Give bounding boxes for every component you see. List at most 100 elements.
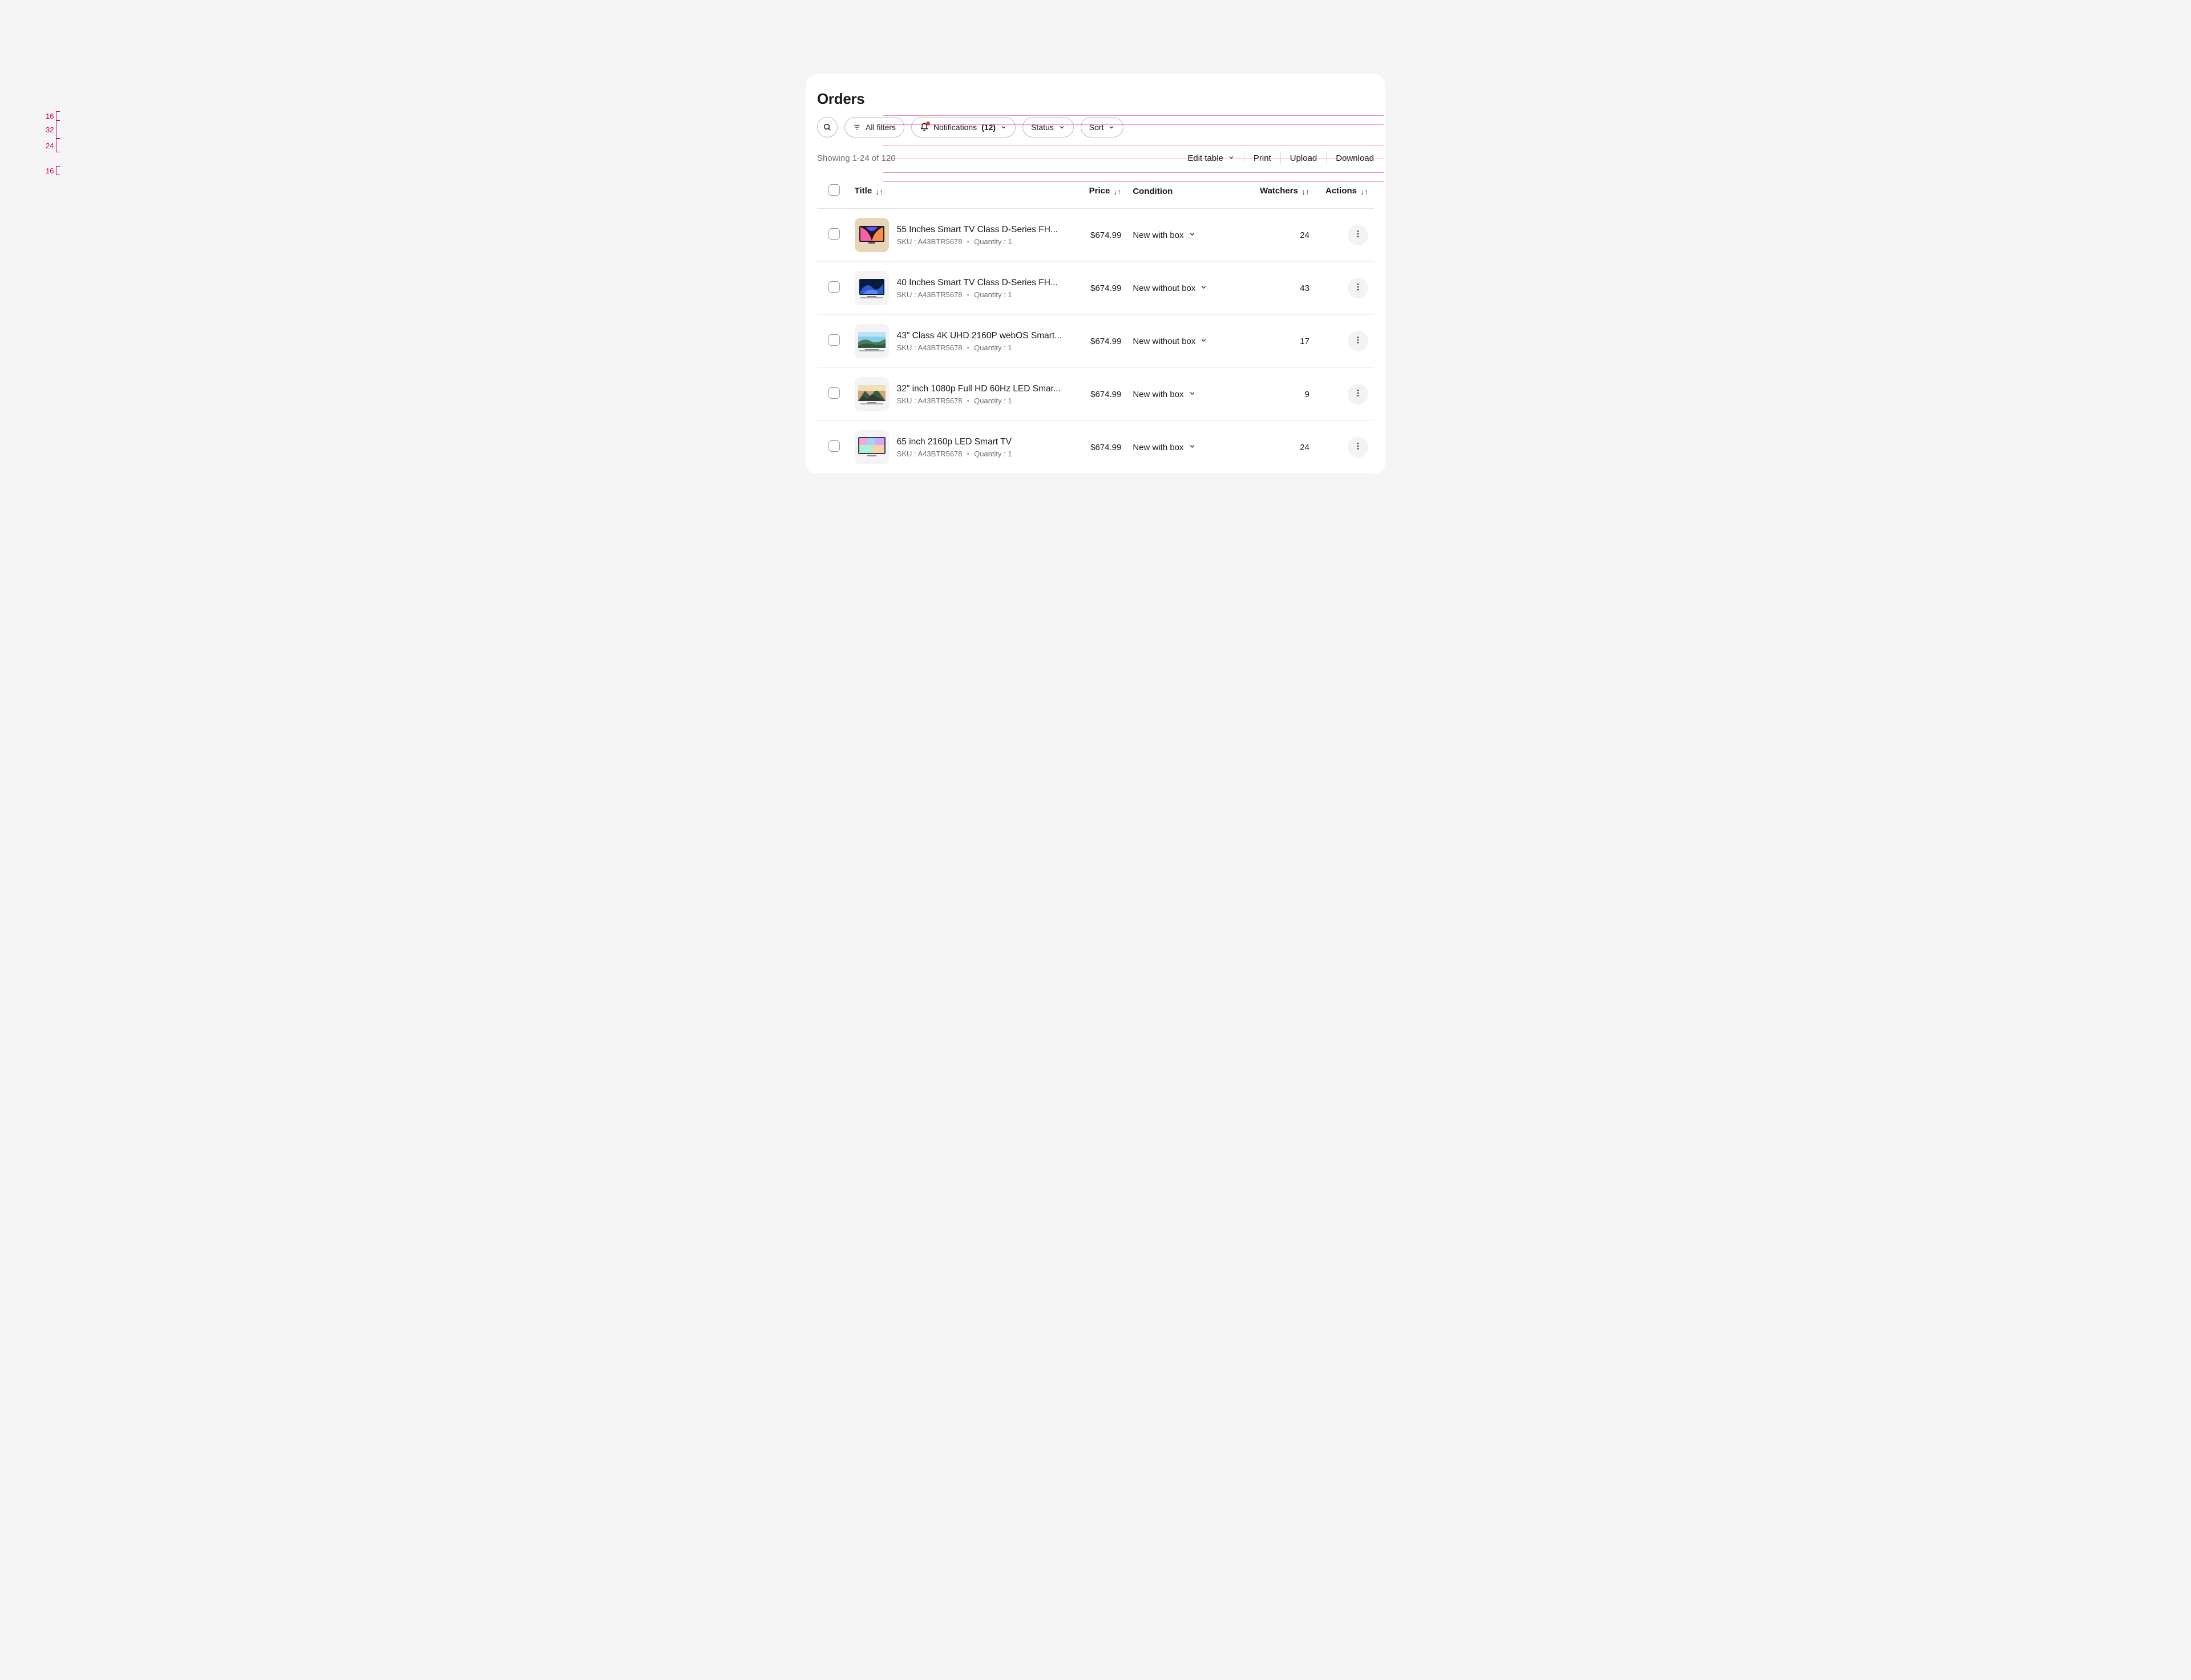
condition-dropdown[interactable]: New without box — [1133, 284, 1207, 293]
separator-dot: • — [967, 396, 970, 405]
product-sku: SKU : A43BTR5678 — [897, 237, 963, 246]
row-actions-menu[interactable] — [1348, 331, 1368, 351]
notification-badge-dot — [926, 122, 930, 126]
spacing-annotation: 32 — [46, 126, 54, 134]
column-actions-label: Actions — [1325, 186, 1357, 196]
condition-value: New without box — [1133, 337, 1195, 346]
product-title[interactable]: 32" inch 1080p Full HD 60Hz LED Smar... — [897, 384, 1061, 394]
column-header-actions[interactable]: Actions↓↑ — [1315, 174, 1374, 209]
condition-value: New with box — [1133, 390, 1183, 399]
product-quantity: Quantity : 1 — [974, 396, 1012, 405]
column-header-price[interactable]: Price↓↑ — [1074, 174, 1127, 209]
filter-icon — [853, 123, 861, 131]
orders-card: Orders All filters Notifications (12) — [806, 74, 1385, 474]
row-checkbox[interactable] — [828, 228, 840, 240]
bell-icon — [920, 123, 929, 132]
select-all-checkbox[interactable] — [828, 184, 840, 196]
spacing-annotation: 24 — [46, 141, 54, 150]
chevron-down-icon — [1189, 443, 1196, 452]
watchers-count: 9 — [1244, 368, 1315, 421]
row-actions-menu[interactable] — [1348, 278, 1368, 298]
condition-dropdown[interactable]: New with box — [1133, 390, 1195, 399]
sort-button[interactable]: Sort — [1081, 117, 1124, 137]
watchers-count: 24 — [1244, 421, 1315, 474]
table-row: 32" inch 1080p Full HD 60Hz LED Smar... … — [817, 368, 1374, 421]
condition-value: New with box — [1133, 230, 1183, 240]
chevron-down-icon — [1228, 153, 1235, 163]
kebab-icon — [1353, 442, 1363, 453]
product-thumbnail — [855, 324, 889, 358]
product-price: $674.99 — [1074, 262, 1127, 315]
page-title: Orders — [817, 90, 1374, 108]
edit-table-label: Edit table — [1187, 153, 1223, 163]
product-thumbnail — [855, 218, 889, 252]
product-sku: SKU : A43BTR5678 — [897, 450, 963, 458]
print-button[interactable]: Print — [1244, 152, 1280, 164]
table-row: 40 Inches Smart TV Class D-Series FH... … — [817, 262, 1374, 315]
product-sku: SKU : A43BTR5678 — [897, 290, 963, 299]
watchers-count: 43 — [1244, 262, 1315, 315]
product-price: $674.99 — [1074, 209, 1127, 262]
product-quantity: Quantity : 1 — [974, 450, 1012, 458]
row-actions-menu[interactable] — [1348, 384, 1368, 404]
meta-bar: Showing 1-24 of 120 Edit table Print Upl… — [817, 151, 1374, 165]
watchers-count: 17 — [1244, 315, 1315, 368]
kebab-icon — [1353, 282, 1363, 294]
product-thumbnail — [855, 271, 889, 305]
table-row: 55 Inches Smart TV Class D-Series FH... … — [817, 209, 1374, 262]
upload-button[interactable]: Upload — [1280, 152, 1327, 164]
column-header-watchers[interactable]: Watchers↓↑ — [1244, 174, 1315, 209]
table-row: 43" Class 4K UHD 2160P webOS Smart... SK… — [817, 315, 1374, 368]
condition-dropdown[interactable]: New without box — [1133, 337, 1207, 346]
row-actions-menu[interactable] — [1348, 225, 1368, 245]
watchers-count: 24 — [1244, 209, 1315, 262]
product-title[interactable]: 65 inch 2160p LED Smart TV — [897, 437, 1012, 447]
table-row: 65 inch 2160p LED Smart TV SKU : A43BTR5… — [817, 421, 1374, 474]
product-thumbnail — [855, 377, 889, 411]
condition-dropdown[interactable]: New with box — [1133, 230, 1195, 240]
row-actions-menu[interactable] — [1348, 437, 1368, 458]
condition-value: New with box — [1133, 443, 1183, 452]
product-title[interactable]: 40 Inches Smart TV Class D-Series FH... — [897, 278, 1058, 288]
separator-dot: • — [967, 237, 970, 246]
separator-dot: • — [967, 290, 970, 299]
row-checkbox[interactable] — [828, 387, 840, 399]
column-header-title[interactable]: Title↓↑ — [849, 174, 1074, 209]
status-filter-button[interactable]: Status — [1022, 117, 1074, 137]
condition-dropdown[interactable]: New with box — [1133, 443, 1195, 452]
showing-text: Showing 1-24 of 120 — [817, 153, 896, 163]
column-condition-label: Condition — [1133, 187, 1173, 196]
chevron-down-icon — [1189, 230, 1196, 240]
product-quantity: Quantity : 1 — [974, 290, 1012, 299]
product-title[interactable]: 55 Inches Smart TV Class D-Series FH... — [897, 225, 1058, 235]
download-button[interactable]: Download — [1326, 152, 1374, 164]
all-filters-button[interactable]: All filters — [844, 117, 904, 137]
orders-table: Title↓↑ Price↓↑ Condition Watchers↓↑ Act… — [817, 174, 1374, 474]
separator-dot: • — [967, 450, 970, 458]
product-price: $674.99 — [1074, 315, 1127, 368]
notifications-button[interactable]: Notifications (12) — [911, 117, 1016, 137]
edit-table-button[interactable]: Edit table — [1178, 152, 1244, 164]
sort-icon: ↓↑ — [1360, 187, 1368, 196]
chevron-down-icon — [1200, 284, 1207, 293]
row-checkbox[interactable] — [828, 440, 840, 452]
product-quantity: Quantity : 1 — [974, 343, 1012, 352]
product-price: $674.99 — [1074, 368, 1127, 421]
column-title-label: Title — [855, 186, 872, 196]
product-title[interactable]: 43" Class 4K UHD 2160P webOS Smart... — [897, 331, 1062, 341]
search-button[interactable] — [817, 117, 838, 137]
condition-value: New without box — [1133, 284, 1195, 293]
row-checkbox[interactable] — [828, 281, 840, 293]
row-checkbox[interactable] — [828, 334, 840, 346]
product-quantity: Quantity : 1 — [974, 237, 1012, 246]
column-header-condition: Condition — [1127, 174, 1244, 209]
product-thumbnail — [855, 430, 889, 464]
spacing-annotation: 16 — [46, 112, 54, 120]
separator-dot: • — [967, 343, 970, 352]
sort-icon: ↓↑ — [1113, 187, 1121, 196]
column-price-label: Price — [1089, 186, 1110, 196]
sort-icon: ↓↑ — [1301, 187, 1309, 196]
product-sku: SKU : A43BTR5678 — [897, 343, 963, 352]
product-sku: SKU : A43BTR5678 — [897, 396, 963, 405]
column-watchers-label: Watchers — [1260, 186, 1298, 196]
